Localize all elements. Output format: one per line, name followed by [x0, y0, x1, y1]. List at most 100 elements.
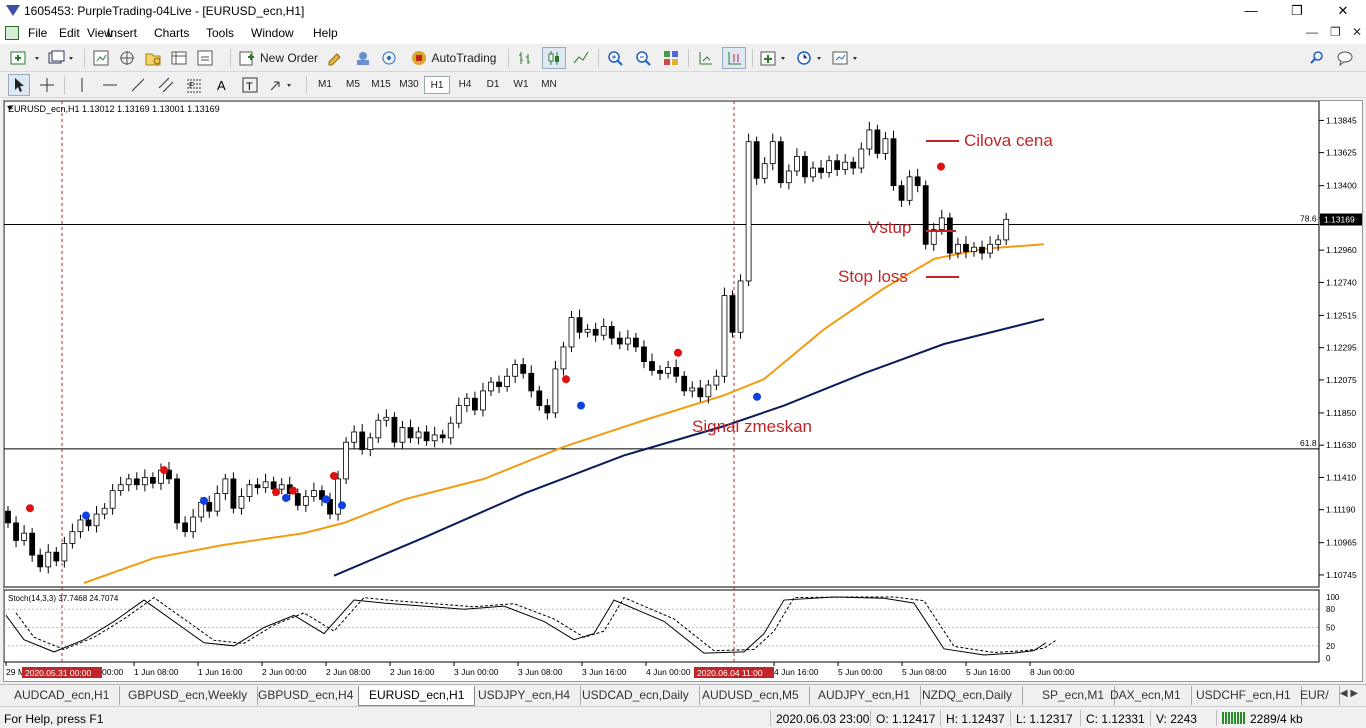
standard-toolbar: New Order AutoTrading — [0, 44, 1366, 72]
line-chart-icon[interactable] — [570, 47, 592, 69]
candle-bear — [270, 481, 277, 490]
candle-bear — [802, 155, 808, 178]
search-icon[interactable] — [1306, 47, 1328, 69]
candle-bull — [117, 484, 124, 492]
price-tick-label: 1.12075 — [1326, 375, 1357, 385]
title-bar: 1605453: PurpleTrading-04Live - [EURUSD_… — [0, 0, 1366, 22]
menu-charts[interactable]: Charts — [154, 26, 189, 40]
candle-bull — [190, 516, 197, 533]
trendline-icon[interactable] — [128, 74, 148, 96]
chart-tab[interactable]: EUR/ — [1290, 686, 1340, 705]
timeframe-m15[interactable]: M15 — [368, 76, 394, 94]
cursor-icon[interactable] — [8, 74, 30, 96]
menu-edit[interactable]: Edit — [59, 26, 80, 40]
chart-tab[interactable]: USDCHF_ecn,H1 — [1186, 686, 1302, 705]
candle-bull — [343, 441, 350, 480]
sell-signal-dot — [26, 504, 34, 513]
candle-bull — [246, 484, 253, 497]
chart-tab[interactable]: DAX_ecn,M1 — [1100, 686, 1192, 705]
tabs-scroll-arrows[interactable]: ◀ ▶ — [1334, 688, 1364, 704]
candle-bear — [633, 337, 639, 348]
minimize-button[interactable]: — — [1228, 0, 1274, 22]
zoom-out-icon[interactable] — [632, 47, 654, 69]
candle-bear — [230, 478, 237, 509]
timeframe-h4[interactable]: H4 — [452, 76, 478, 94]
data-window-icon[interactable] — [116, 47, 138, 69]
chart-tab[interactable]: AUDUSD_ecn,M5 — [692, 686, 810, 705]
candle-bear — [979, 246, 985, 254]
zoom-in-icon[interactable] — [604, 47, 626, 69]
crosshair-icon[interactable] — [36, 74, 58, 96]
periods-button[interactable] — [794, 47, 828, 69]
terminal-icon[interactable] — [168, 47, 190, 69]
vertical-line-icon[interactable] — [72, 74, 92, 96]
chart-tab[interactable]: USDCAD_ecn,Daily — [572, 686, 700, 705]
time-tick-label: 5 Jun 08:00 — [902, 667, 947, 677]
menu-help[interactable]: Help — [313, 26, 338, 40]
chat-icon[interactable] — [1334, 47, 1358, 69]
maximize-button[interactable]: ❐ — [1274, 0, 1320, 22]
fibonacci-icon[interactable]: F — [184, 74, 204, 96]
status-traffic: 2289/4 kb — [1250, 712, 1303, 726]
menu-insert[interactable]: Insert — [107, 26, 137, 40]
timeframe-w1[interactable]: W1 — [508, 76, 534, 94]
candle-bear — [206, 501, 213, 512]
menu-tools[interactable]: Tools — [206, 26, 234, 40]
templates-button[interactable] — [830, 47, 864, 69]
candle-bull — [906, 176, 913, 201]
timeframe-h1[interactable]: H1 — [424, 76, 450, 94]
autoscroll-icon[interactable] — [694, 47, 716, 69]
candlestick-chart-icon[interactable] — [542, 47, 566, 69]
timeframe-m1[interactable]: M1 — [312, 76, 338, 94]
horizontal-line-icon[interactable] — [100, 74, 120, 96]
timeframe-d1[interactable]: D1 — [480, 76, 506, 94]
signals-icon[interactable] — [378, 47, 400, 69]
community-icon[interactable] — [352, 47, 374, 69]
strategy-tester-icon[interactable] — [194, 47, 216, 69]
chart-window-icon[interactable] — [5, 26, 19, 40]
chart-tab[interactable]: NZDQ_ecn,Daily — [912, 686, 1024, 705]
timeframe-m30[interactable]: M30 — [396, 76, 422, 94]
timeframe-m5[interactable]: M5 — [340, 76, 366, 94]
chart-tab[interactable]: AUDJPY_ecn,H1 — [808, 686, 922, 705]
candle-bull — [705, 384, 712, 398]
candle-bull — [238, 496, 245, 509]
chart-window[interactable]: 78.6 61.8 100 80 50 20 0 1.13845 1.13625 1.1340… — [3, 100, 1363, 682]
arrows-button[interactable] — [266, 74, 298, 96]
status-bar: For Help, press F1 2020.06.03 23:00 O: 1… — [0, 706, 1366, 728]
chart-tab[interactable]: GBPUSD_ecn,H4 — [248, 686, 365, 705]
price-chart[interactable]: 78.6 61.8 100 80 50 20 0 1.13845 1.13625 1.1340… — [4, 101, 1362, 681]
status-close: C: 1.12331 — [1086, 712, 1145, 726]
candle-bull — [21, 532, 28, 541]
navigator-icon[interactable] — [142, 47, 164, 69]
text-icon[interactable]: A — [212, 74, 232, 96]
chart-tab[interactable]: GBPUSD_ecn,Weekly — [118, 686, 259, 705]
indicators-button[interactable] — [758, 47, 792, 69]
chart-shift-icon[interactable] — [722, 47, 746, 69]
market-watch-icon[interactable] — [90, 47, 112, 69]
bar-chart-icon[interactable] — [514, 47, 536, 69]
time-tick-label: 3 Jun 16:00 — [582, 667, 627, 677]
timeframe-mn[interactable]: MN — [536, 76, 562, 94]
auto-trading-button[interactable]: AutoTrading — [406, 47, 500, 69]
metaeditor-icon[interactable] — [324, 47, 346, 69]
new-order-button[interactable]: New Order — [236, 47, 320, 69]
profiles-button[interactable] — [46, 47, 78, 69]
candle-bull — [415, 431, 422, 439]
equidistant-channel-icon[interactable] — [156, 74, 176, 96]
close-button[interactable]: ✕ — [1320, 0, 1366, 22]
mdi-minimize-button[interactable]: — — [1306, 25, 1318, 39]
menu-window[interactable]: Window — [251, 26, 294, 40]
tile-windows-icon[interactable] — [660, 47, 682, 69]
chart-tab[interactable]: AUDCAD_ecn,H1 — [4, 686, 121, 705]
chart-tab[interactable]: USDJPY_ecn,H4 — [468, 686, 582, 705]
text-label-icon[interactable]: T — [240, 74, 260, 96]
status-volume: V: 2243 — [1156, 712, 1197, 726]
chart-tab[interactable]: EURUSD_ecn,H1 — [358, 686, 476, 706]
candle-bear — [963, 243, 969, 253]
new-chart-button[interactable] — [8, 47, 44, 69]
menu-file[interactable]: File — [28, 26, 47, 40]
mdi-close-button[interactable]: ✕ — [1352, 25, 1362, 39]
mdi-restore-button[interactable]: ❐ — [1330, 25, 1341, 39]
svg-text:A: A — [217, 78, 226, 93]
